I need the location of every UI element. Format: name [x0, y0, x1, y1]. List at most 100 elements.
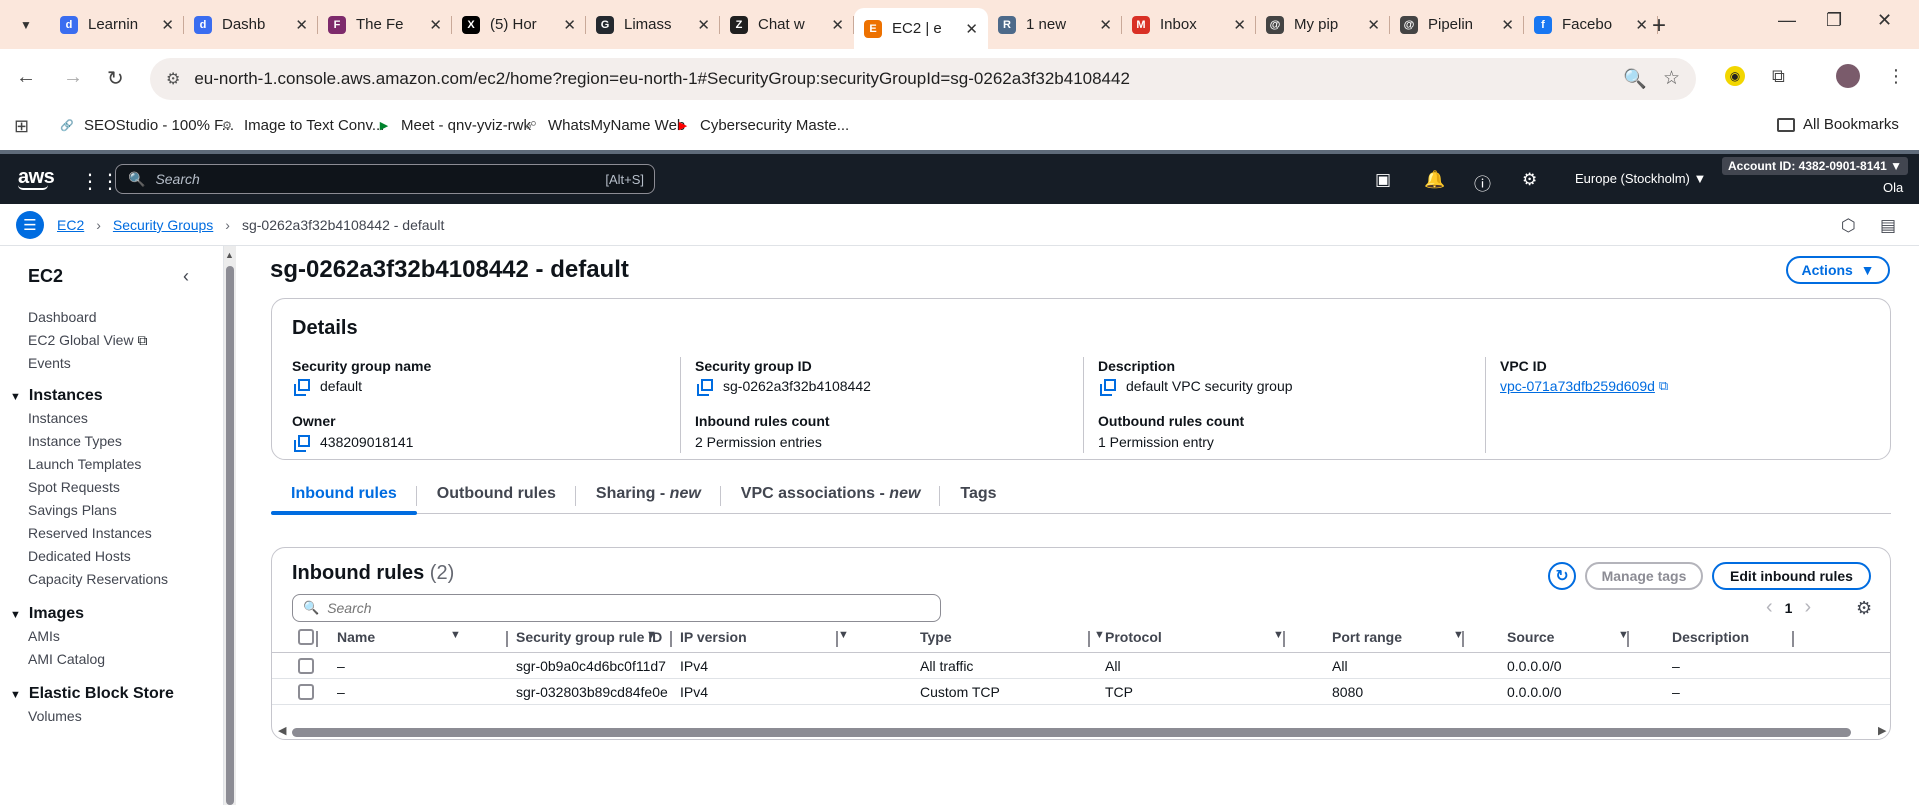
column-header[interactable]: Description	[1672, 629, 1749, 645]
browser-tab[interactable]: E EC2 | e ✕	[854, 8, 988, 49]
column-resizer[interactable]	[316, 631, 318, 647]
external-link-icon[interactable]: ⧉	[1659, 378, 1668, 394]
minimize-icon[interactable]: —	[1778, 10, 1796, 31]
sidebar-item[interactable]: Savings Plans	[28, 502, 117, 518]
info-panel-icon[interactable]: ▤	[1880, 216, 1896, 236]
row-checkbox[interactable]	[298, 658, 314, 674]
sidebar-item[interactable]: Instance Types	[28, 433, 122, 449]
tab-outbound-rules[interactable]: Outbound rules	[417, 480, 576, 514]
region-selector[interactable]: Europe (Stockholm) ▼	[1575, 171, 1706, 186]
bookmark-item[interactable]: ▶ Meet - qnv-yviz-rwk	[375, 116, 531, 134]
extension-icon[interactable]: ◉	[1725, 66, 1745, 86]
aws-logo[interactable]: aws	[18, 166, 55, 190]
column-header[interactable]: Name	[337, 629, 375, 645]
column-header[interactable]: Security group rule ID	[516, 629, 662, 645]
browser-tab[interactable]: d Learnin ✕	[50, 8, 184, 41]
bookmark-item[interactable]: ⚙ Image to Text Conv...	[218, 116, 384, 134]
menu-hamburger-icon[interactable]: ☰	[16, 211, 44, 239]
column-header[interactable]: Source	[1507, 629, 1554, 645]
sidebar-scrollbar[interactable]: ▲	[224, 246, 236, 805]
close-window-icon[interactable]: ✕	[1877, 10, 1892, 31]
tab-inbound-rules[interactable]: Inbound rules	[271, 480, 417, 515]
tab-close-icon[interactable]: ✕	[429, 16, 442, 34]
tab-sharing[interactable]: Sharing - new	[576, 480, 721, 514]
sidebar-item[interactable]: Dashboard	[28, 309, 97, 325]
column-header[interactable]: IP version	[680, 629, 747, 645]
column-header[interactable]: Type	[920, 629, 952, 645]
actions-button[interactable]: Actions ▼	[1786, 256, 1890, 284]
column-resizer[interactable]	[1283, 631, 1285, 647]
current-page[interactable]: 1	[1785, 600, 1793, 616]
select-all-checkbox[interactable]	[298, 629, 314, 645]
tab-close-icon[interactable]: ✕	[1635, 16, 1648, 34]
site-info-icon[interactable]: ⚙	[166, 69, 180, 89]
column-resizer[interactable]	[1462, 631, 1464, 647]
copy-icon[interactable]	[697, 379, 713, 396]
tab-close-icon[interactable]: ✕	[1099, 16, 1112, 34]
manage-tags-button[interactable]: Manage tags	[1585, 562, 1703, 590]
sidebar-collapse-icon[interactable]: ‹	[183, 266, 189, 287]
copy-icon[interactable]	[294, 379, 310, 396]
column-resizer[interactable]	[506, 631, 508, 647]
refresh-button[interactable]: ↻	[1548, 562, 1576, 590]
user-name[interactable]: Ola	[1883, 180, 1903, 195]
tab-close-icon[interactable]: ✕	[965, 20, 978, 38]
zoom-icon[interactable]: 🔍	[1623, 67, 1647, 91]
profile-avatar[interactable]	[1836, 64, 1860, 88]
next-page-icon[interactable]: ›	[1804, 596, 1811, 619]
help-icon[interactable]: ⓘ	[1474, 170, 1491, 195]
rules-search-input[interactable]: 🔍	[292, 594, 941, 622]
browser-tab[interactable]: @ My pip ✕	[1256, 8, 1390, 41]
browser-tab[interactable]: F The Fe ✕	[318, 8, 452, 41]
sidebar-item[interactable]: Dedicated Hosts	[28, 548, 131, 564]
browser-tab[interactable]: X (5) Hor ✕	[452, 8, 586, 41]
browser-menu-icon[interactable]: ⋮	[1887, 66, 1905, 87]
vpc-id-link[interactable]: vpc-071a73dfb259d609d	[1500, 378, 1655, 394]
cloudshell-icon[interactable]: ▣	[1375, 170, 1391, 190]
breadcrumb-security-groups[interactable]: Security Groups	[113, 217, 213, 233]
tab-close-icon[interactable]: ✕	[697, 16, 710, 34]
tab-tags[interactable]: Tags	[940, 480, 1016, 514]
notifications-bell-icon[interactable]: 🔔	[1424, 170, 1445, 190]
sidebar-item[interactable]: Instances	[28, 410, 88, 426]
bookmark-item[interactable]: ▶ Cybersecurity Maste...	[674, 116, 849, 134]
table-row[interactable]: – sgr-032803b89cd84fe0e IPv4 Custom TCP TCP 8…	[272, 679, 1890, 705]
browser-tab[interactable]: @ Pipelin ✕	[1390, 8, 1524, 41]
sidebar-item[interactable]: Capacity Reservations	[28, 571, 168, 587]
apps-grid-icon[interactable]: ⊞	[14, 116, 29, 137]
tab-close-icon[interactable]: ✕	[161, 16, 174, 34]
sidebar-item[interactable]: Launch Templates	[28, 456, 141, 472]
sidebar-item[interactable]: Spot Requests	[28, 479, 120, 495]
breadcrumb-ec2[interactable]: EC2	[57, 217, 84, 233]
new-tab-plus-icon[interactable]: +	[1652, 12, 1666, 40]
table-preferences-gear-icon[interactable]: ⚙	[1856, 598, 1872, 619]
browser-tab[interactable]: G Limass ✕	[586, 8, 720, 41]
sidebar-section-header[interactable]: ▼ Instances	[10, 387, 103, 405]
scroll-right-icon[interactable]: ▶	[1878, 724, 1886, 737]
rules-search-field[interactable]	[327, 600, 928, 616]
column-resizer[interactable]	[836, 631, 838, 647]
restore-icon[interactable]: ❐	[1826, 10, 1842, 31]
copy-icon[interactable]	[1100, 379, 1116, 396]
browser-tab[interactable]: Z Chat w ✕	[720, 8, 854, 41]
tab-vpc-associations[interactable]: VPC associations - new	[721, 480, 941, 514]
sidebar-section-header[interactable]: ▼ Images	[10, 605, 84, 623]
prev-page-icon[interactable]: ‹	[1766, 596, 1773, 619]
all-bookmarks[interactable]: All Bookmarks	[1777, 116, 1899, 133]
table-row[interactable]: – sgr-0b9a0c4d6bc0f11d7 IPv4 All traffic All…	[272, 653, 1890, 679]
reload-icon[interactable]: ↻	[107, 66, 124, 91]
column-header[interactable]: Port range	[1332, 629, 1402, 645]
bookmark-item[interactable]: 🔗 SEOStudio - 100% F...	[58, 116, 234, 134]
column-resizer[interactable]	[1088, 631, 1090, 647]
sidebar-item[interactable]: Events	[28, 355, 71, 371]
column-resizer[interactable]	[670, 631, 672, 647]
browser-tab[interactable]: R 1 new ✕	[988, 8, 1122, 41]
scroll-up-icon[interactable]: ▲	[225, 250, 234, 260]
column-resizer[interactable]	[1627, 631, 1629, 647]
tab-close-icon[interactable]: ✕	[1233, 16, 1246, 34]
address-bar[interactable]: ⚙ eu-north-1.console.aws.amazon.com/ec2/…	[150, 58, 1696, 100]
back-arrow-icon[interactable]: ←	[16, 66, 36, 89]
scrollbar-thumb[interactable]	[226, 266, 234, 805]
horizontal-scrollbar-thumb[interactable]	[292, 728, 1851, 737]
tab-close-icon[interactable]: ✕	[1367, 16, 1380, 34]
